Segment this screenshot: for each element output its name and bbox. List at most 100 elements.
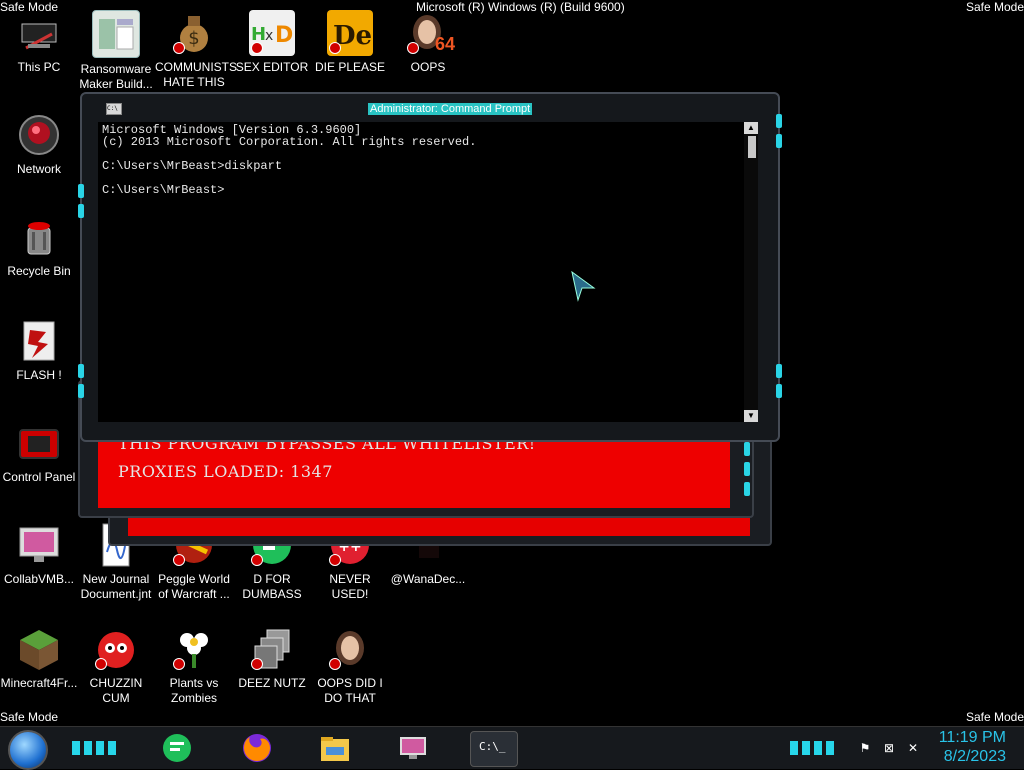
flower-icon	[171, 626, 217, 672]
de-app-icon: De	[327, 10, 373, 56]
desktop-icon-this-pc[interactable]: This PC	[0, 10, 78, 75]
shortcut-arrow-icon	[329, 42, 341, 54]
start-button[interactable]	[8, 730, 48, 770]
computer-icon	[16, 10, 62, 56]
console-area[interactable]: Microsoft Windows [Version 6.3.9600] (c)…	[98, 122, 758, 422]
desktop-icon-label: Ransomware Maker Build...	[79, 62, 153, 91]
desktop-icon-label: @WanaDec...	[390, 572, 466, 586]
scroll-down-icon[interactable]: ▼	[744, 410, 758, 422]
portrait-icon: 64	[405, 10, 455, 56]
desktop-icon-collabvm[interactable]: CollabVMB...	[0, 522, 78, 587]
file-explorer-icon[interactable]	[318, 731, 352, 765]
shortcut-arrow-icon	[329, 554, 341, 566]
desktop-icon-label: Control Panel	[2, 470, 76, 484]
desktop-icon-label: Network	[16, 162, 61, 176]
desktop-icon-ransomware[interactable]: Ransomware Maker Build...	[77, 10, 155, 92]
desktop-icon-chuzzin[interactable]: CHUZZIN CUM	[77, 626, 155, 706]
recycle-bin-icon	[16, 214, 62, 260]
mouse-cursor-icon	[570, 270, 598, 307]
desktop-icon-label: D FOR DUMBASS	[242, 572, 302, 601]
desktop-icon-control-panel[interactable]: Control Panel	[0, 420, 78, 485]
window-edge-tab	[776, 384, 782, 398]
shortcut-arrow-icon	[173, 42, 185, 54]
grass-block-icon	[16, 626, 62, 672]
desktop-icon-oops-did-i[interactable]: OOPS DID I DO THAT	[311, 626, 389, 706]
desktop-icon-label: OOPS	[410, 60, 446, 74]
desktop-icon-network[interactable]: Network	[0, 112, 78, 177]
shortcut-arrow-icon	[407, 42, 419, 54]
desktop-icon-label: This PC	[17, 60, 61, 74]
command-prompt-window[interactable]: C:\ Administrator: Command Prompt Micros…	[78, 92, 782, 442]
window-edge-tab	[78, 384, 84, 398]
desktop-icon-label: CHUZZIN CUM	[89, 676, 143, 705]
safe-mode-label: Safe Mode	[0, 710, 59, 724]
window-edge-tab	[744, 482, 750, 496]
build-watermark: Microsoft (R) Windows (R) (Build 9600)	[416, 0, 625, 14]
vertical-scrollbar[interactable]: ▲ ▼	[744, 122, 758, 422]
desktop-icon-flash[interactable]: FLASH !	[0, 318, 78, 383]
desktop-icon-label: DIE PLEASE	[314, 60, 386, 74]
desktop-icon-oops[interactable]: 64 OOPS	[389, 10, 467, 75]
network-orb-icon	[16, 112, 62, 158]
safe-mode-label: Safe Mode	[965, 710, 1024, 724]
network-disconnected-icon[interactable]: ⊠	[882, 741, 896, 755]
shortcut-arrow-icon	[173, 658, 185, 670]
safe-mode-label: Safe Mode	[965, 0, 1024, 14]
title-bar[interactable]: C:\ Administrator: Command Prompt	[98, 100, 758, 118]
shortcut-arrow-icon	[329, 658, 341, 670]
taskbar-app-cmd[interactable]: C:\_	[470, 731, 518, 767]
desktop-icon-recycle-bin[interactable]: Recycle Bin	[0, 214, 78, 279]
shortcut-arrow-icon	[251, 658, 263, 670]
desktop-icon-label: DEEZ NUTZ	[238, 676, 306, 690]
scroll-up-icon[interactable]: ▲	[744, 122, 758, 134]
system-clock[interactable]: 11:19 PM 8/2/2023	[939, 728, 1006, 766]
console-output[interactable]: Microsoft Windows [Version 6.3.9600] (c)…	[102, 124, 476, 196]
desktop-icon-label: Recycle Bin	[7, 264, 71, 278]
desktop-icon-die-please[interactable]: De DIE PLEASE	[311, 10, 389, 75]
desktop-icon-minecraft[interactable]: Minecraft4Fr...	[0, 626, 78, 691]
safe-mode-label: Safe Mode	[0, 0, 59, 14]
shortcut-arrow-icon	[251, 554, 263, 566]
taskbar-app-collabvm[interactable]	[396, 731, 430, 765]
stacked-windows-icon	[249, 626, 295, 672]
cmd-icon[interactable]: C:\	[106, 103, 122, 115]
clock-time: 11:19 PM	[938, 729, 1006, 746]
shortcut-arrow-icon	[95, 658, 107, 670]
desktop-icon-deez-nutz[interactable]: DEEZ NUTZ	[233, 626, 311, 691]
scroll-thumb[interactable]	[748, 136, 756, 158]
desktop-icon-label: Minecraft4Fr...	[0, 676, 78, 690]
svg-text:$: $	[188, 28, 199, 49]
money-bag-icon: $	[171, 10, 217, 56]
cmd-taskbar-label: C:\_	[479, 740, 506, 753]
window-app-icon	[92, 10, 140, 58]
desktop-icon-label: Plants vs Zombies	[169, 676, 219, 705]
desktop-icon-label: CollabVMB...	[3, 572, 75, 586]
flash-icon	[16, 318, 62, 364]
desktop-icon-label: New Journal Document.jnt	[80, 572, 152, 601]
desktop-icon-label: FLASH !	[16, 368, 62, 382]
taskbar-decoration	[790, 741, 834, 755]
window-edge-tab	[776, 364, 782, 378]
chuzzle-icon	[93, 626, 139, 672]
control-panel-icon	[16, 420, 62, 466]
clock-date: 8/2/2023	[943, 748, 1006, 765]
monitor-icon	[16, 522, 62, 568]
hxd-icon: HxD	[249, 10, 295, 56]
oops-badge: 64	[434, 34, 455, 54]
taskbar-app-green[interactable]	[160, 731, 194, 765]
desktop-icon-label: OOPS DID I DO THAT	[317, 676, 383, 705]
volume-muted-icon[interactable]: ✕	[906, 741, 920, 755]
desktop-icon-label: SEX EDITOR	[235, 60, 309, 74]
window-title: Administrator: Command Prompt	[368, 103, 533, 115]
window-edge-tab	[78, 204, 84, 218]
action-center-flag-icon[interactable]: ⚑	[858, 741, 872, 755]
window-edge-tab	[78, 184, 84, 198]
desktop-icon-communists[interactable]: $ COMMUNISTS HATE THIS G...	[155, 10, 237, 105]
desktop-icon-label: NEVER USED!	[329, 572, 371, 601]
svg-text:x: x	[265, 28, 273, 44]
firefox-icon[interactable]	[240, 731, 274, 765]
window-edge-tab	[744, 442, 750, 456]
window-edge-tab	[776, 134, 782, 148]
desktop-icon-pvz[interactable]: Plants vs Zombies	[155, 626, 233, 706]
desktop-icon-sex-editor[interactable]: HxD SEX EDITOR	[233, 10, 311, 75]
